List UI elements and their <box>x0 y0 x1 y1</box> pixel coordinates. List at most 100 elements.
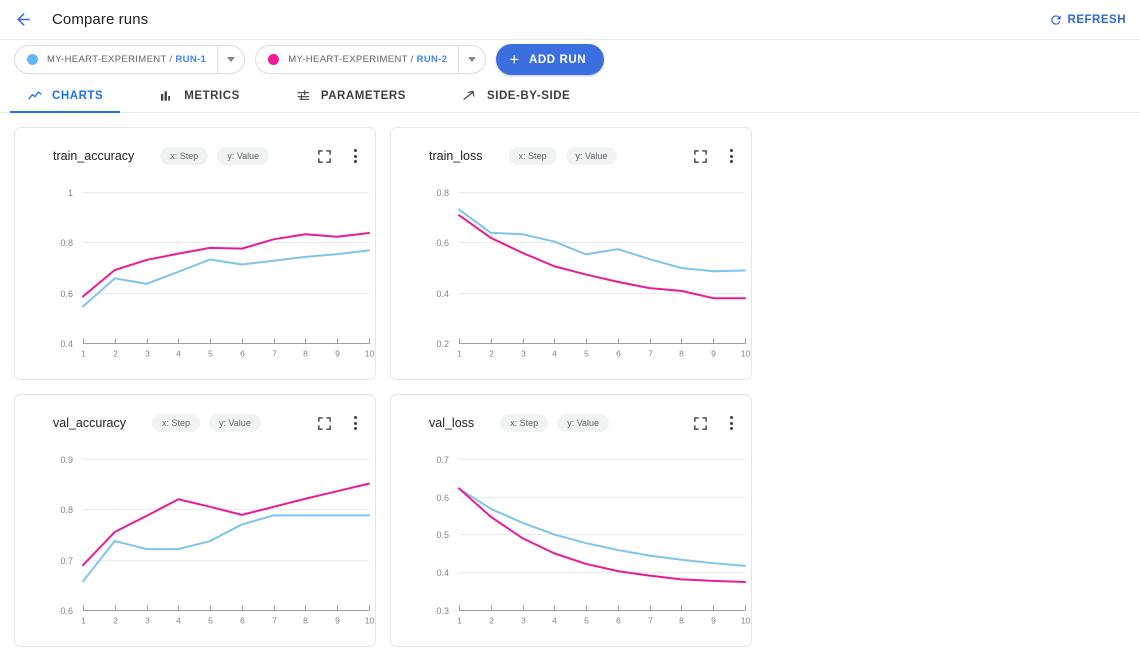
chart-title: train_loss <box>429 149 483 163</box>
x-tick-label: 10 <box>741 616 751 626</box>
compare-arrows-icon <box>462 88 478 104</box>
run-chip-dropdown-1[interactable] <box>217 46 244 73</box>
more-vert-icon <box>730 149 733 152</box>
tab-side-by-side[interactable]: SIDE-BY-SIDE <box>445 79 587 112</box>
x-tick-label: 3 <box>145 349 150 359</box>
tab-metrics-label: METRICS <box>184 90 240 102</box>
x-axis-pill[interactable]: x: Step <box>152 414 200 432</box>
more-options-button[interactable] <box>350 414 361 432</box>
y-tick-label: 0.7 <box>60 556 73 566</box>
x-tick-label: 6 <box>240 349 245 359</box>
x-tick-label: 2 <box>113 616 118 626</box>
more-options-button[interactable] <box>350 147 361 165</box>
tab-metrics[interactable]: METRICS <box>142 79 257 112</box>
y-tick-label: 0.6 <box>60 289 73 299</box>
x-tick-label: 7 <box>272 616 277 626</box>
y-tick-label: 1 <box>68 188 73 198</box>
plus-icon: + <box>509 51 520 68</box>
chart-plot-area[interactable]: 0.20.40.60.812345678910 <box>391 174 753 381</box>
chart-card: train_lossx: Stepy: Value0.20.40.60.8123… <box>390 127 752 380</box>
page-title: Compare runs <box>52 11 148 28</box>
x-tick-label: 4 <box>552 616 557 626</box>
tab-bar: CHARTS METRICS PARAMETERS SIDE-BY-SIDE <box>0 79 1140 113</box>
y-tick-label: 0.6 <box>60 606 73 616</box>
y-axis-pill[interactable]: y: Value <box>557 414 609 432</box>
x-tick-label: 5 <box>584 349 589 359</box>
x-tick-label: 8 <box>303 349 308 359</box>
tab-charts-label: CHARTS <box>52 90 103 102</box>
x-tick-label: 8 <box>679 616 684 626</box>
fullscreen-button[interactable] <box>317 149 332 164</box>
chart-plot-area[interactable]: 0.40.60.8112345678910 <box>15 174 377 381</box>
x-tick-label: 6 <box>616 349 621 359</box>
charts-grid: train_accuracy x: Step y: Value 0.4 0.6 0.8 1 1… <box>0 113 1140 647</box>
fullscreen-button[interactable] <box>317 416 332 431</box>
line-chart-icon <box>27 88 43 104</box>
series-line-run-1 <box>83 250 369 306</box>
fullscreen-button[interactable] <box>693 149 708 164</box>
x-tick-label: 7 <box>648 616 653 626</box>
runs-bar: MY-HEART-EXPERIMENT / RUN-1 MY-HEART-EXP… <box>0 40 1140 79</box>
fullscreen-icon <box>317 416 332 431</box>
x-tick-label: 8 <box>303 616 308 626</box>
arrow-left-icon <box>14 10 33 29</box>
tab-charts[interactable]: CHARTS <box>10 79 120 112</box>
chart-title: val_loss <box>429 416 474 430</box>
run-chip-1[interactable]: MY-HEART-EXPERIMENT / RUN-1 <box>14 45 245 74</box>
more-vert-icon <box>354 149 357 152</box>
x-axis-pill[interactable]: x: Step <box>500 414 548 432</box>
tab-side-by-side-label: SIDE-BY-SIDE <box>487 90 570 102</box>
refresh-button[interactable]: REFRESH <box>1049 13 1126 27</box>
more-vert-icon <box>730 416 733 419</box>
add-run-button[interactable]: + ADD RUN <box>496 44 604 75</box>
more-options-button[interactable] <box>726 147 737 165</box>
run-chip-dropdown-2[interactable] <box>458 46 485 73</box>
y-axis-pill[interactable]: y: Value <box>217 147 269 165</box>
chart-card: val_lossx: Stepy: Value0.30.40.50.60.712… <box>390 394 752 647</box>
y-tick-label: 0.8 <box>60 505 73 515</box>
x-tick-label: 4 <box>176 349 181 359</box>
series-line-run-2 <box>83 484 369 566</box>
y-tick-label: 0.7 <box>436 455 449 465</box>
chart-card-actions <box>317 414 361 432</box>
chart-card-actions <box>317 147 361 165</box>
chart-card: val_accuracyx: Stepy: Value0.60.70.80.91… <box>14 394 376 647</box>
refresh-label: REFRESH <box>1068 14 1126 26</box>
run-color-dot-2 <box>268 54 279 65</box>
x-tick-label: 9 <box>711 616 716 626</box>
run-name-2: RUN-2 <box>417 54 448 65</box>
y-tick-label: 0.8 <box>436 188 449 198</box>
run-chip-label-2: MY-HEART-EXPERIMENT / RUN-2 <box>288 54 458 65</box>
x-tick-label: 5 <box>584 616 589 626</box>
tab-parameters-label: PARAMETERS <box>321 90 406 102</box>
y-tick-label: 0.4 <box>436 289 449 299</box>
chart-plot-area[interactable]: 0.60.70.80.912345678910 <box>15 441 377 648</box>
more-vert-icon <box>354 416 357 419</box>
chart-title: train_accuracy <box>53 149 134 163</box>
y-tick-label: 0.4 <box>436 568 449 578</box>
x-axis-pill[interactable]: x: Step <box>509 147 557 165</box>
bar-chart-icon <box>159 88 175 104</box>
x-tick-label: 1 <box>457 616 462 626</box>
run-chip-2[interactable]: MY-HEART-EXPERIMENT / RUN-2 <box>255 45 486 74</box>
fullscreen-icon <box>317 149 332 164</box>
chart-card-actions <box>693 147 737 165</box>
x-axis-pill[interactable]: x: Step <box>160 147 208 165</box>
y-axis-pill[interactable]: y: Value <box>209 414 261 432</box>
run-experiment-1: MY-HEART-EXPERIMENT / <box>47 54 175 65</box>
chart-plot-area[interactable]: 0.30.40.50.60.712345678910 <box>391 441 753 648</box>
chart-plot: 0.40.60.8112345678910 <box>15 174 377 381</box>
fullscreen-button[interactable] <box>693 416 708 431</box>
chevron-down-icon <box>468 57 476 62</box>
x-tick-label: 5 <box>208 616 213 626</box>
fullscreen-icon <box>693 149 708 164</box>
x-tick-label: 6 <box>616 616 621 626</box>
back-button[interactable] <box>10 7 36 33</box>
refresh-icon <box>1049 13 1063 27</box>
series-line-run-2 <box>459 215 745 298</box>
more-options-button[interactable] <box>726 414 737 432</box>
y-axis-pill[interactable]: y: Value <box>566 147 618 165</box>
x-tick-label: 2 <box>489 349 494 359</box>
run-color-dot-1 <box>27 54 38 65</box>
tab-parameters[interactable]: PARAMETERS <box>279 79 423 112</box>
